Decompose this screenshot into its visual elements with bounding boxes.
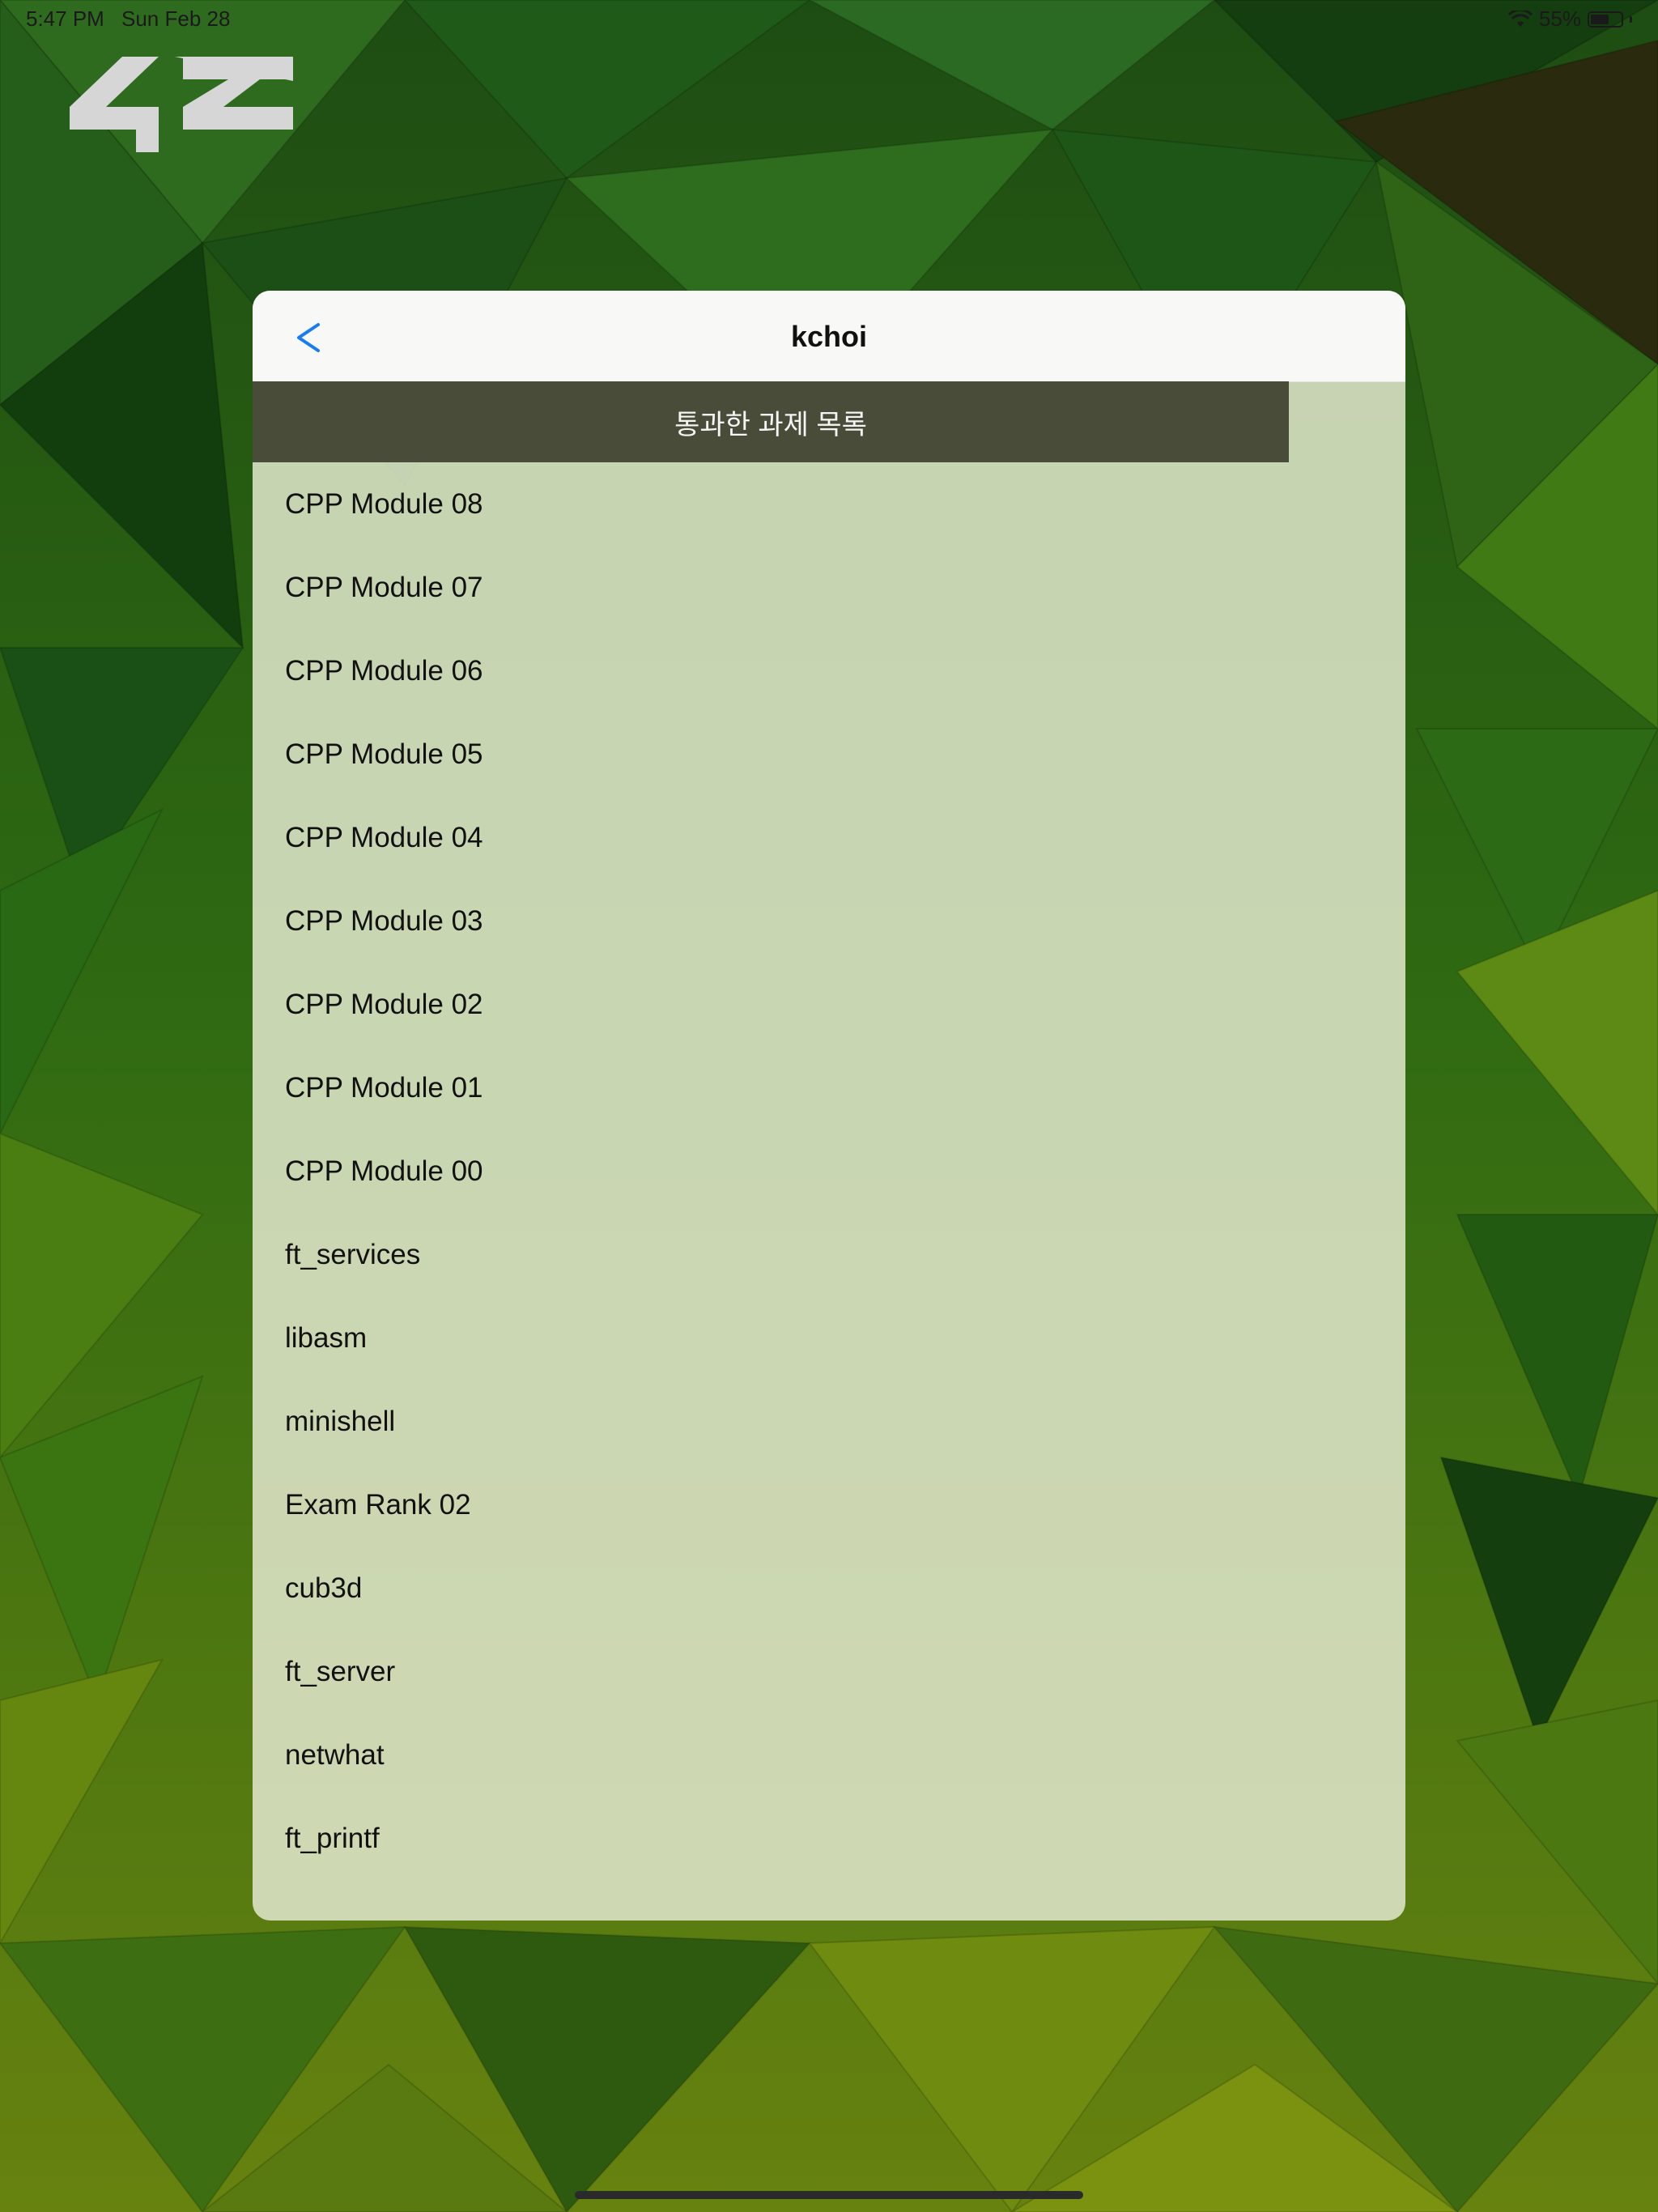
list-item[interactable]: CPP Module 00 <box>253 1129 1405 1213</box>
list-item[interactable]: ft_server <box>253 1630 1405 1713</box>
list-item-label: libasm <box>285 1321 368 1354</box>
list-item-label: CPP Module 05 <box>285 738 483 770</box>
battery-level <box>1591 14 1609 24</box>
list-item-label: ft_services <box>285 1238 421 1270</box>
list-item[interactable]: CPP Module 05 <box>253 713 1405 796</box>
list-item-label: CPP Module 03 <box>285 904 483 937</box>
list-item-label: CPP Module 00 <box>285 1155 483 1187</box>
list-item-label: netwhat <box>285 1738 385 1771</box>
list-item[interactable]: ft_printf <box>253 1797 1405 1880</box>
list-item[interactable]: libasm <box>253 1296 1405 1380</box>
list-item-label: ft_server <box>285 1655 396 1687</box>
list-item-label: CPP Module 02 <box>285 988 483 1020</box>
list-item-label: Exam Rank 02 <box>285 1488 471 1521</box>
list-item[interactable]: minishell <box>253 1380 1405 1463</box>
list-item[interactable]: ft_services <box>253 1213 1405 1296</box>
list-item-label: CPP Module 06 <box>285 654 483 687</box>
page-title: kchoi <box>790 320 868 353</box>
list-item-label: minishell <box>285 1405 396 1437</box>
list-item-label: cub3d <box>285 1572 363 1604</box>
list-item[interactable]: CPP Module 08 <box>253 462 1405 546</box>
wifi-icon <box>1507 10 1533 27</box>
list-item[interactable]: CPP Module 02 <box>253 963 1405 1046</box>
list-item[interactable]: CPP Module 01 <box>253 1046 1405 1129</box>
list-item[interactable]: CPP Module 03 <box>253 879 1405 963</box>
nav-header: kchoi <box>253 291 1405 382</box>
list-item[interactable]: CPP Module 04 <box>253 796 1405 879</box>
status-bar: 5:47 PM Sun Feb 28 55% <box>0 0 1658 39</box>
status-time: 5:47 PM <box>26 6 104 31</box>
list-item[interactable]: Exam Rank 02 <box>253 1463 1405 1546</box>
battery-tip <box>1630 15 1632 23</box>
projects-card: kchoi 통과한 과제 목록 CPP Module 08 CPP Module… <box>253 291 1405 1921</box>
list-item[interactable]: CPP Module 06 <box>253 629 1405 713</box>
projects-list[interactable]: CPP Module 08 CPP Module 07 CPP Module 0… <box>253 462 1405 1880</box>
list-item-label: ft_printf <box>285 1822 380 1854</box>
42-logo <box>70 57 293 152</box>
battery-percent: 55% <box>1538 6 1581 31</box>
list-item-label: CPP Module 01 <box>285 1071 483 1104</box>
section-title: 통과한 과제 목록 <box>674 409 867 440</box>
battery-icon <box>1588 11 1623 28</box>
list-item[interactable]: cub3d <box>253 1546 1405 1630</box>
section-header: 통과한 과제 목록 <box>253 381 1289 462</box>
status-indicators: 55% <box>1507 6 1632 32</box>
status-date: Sun Feb 28 <box>121 6 231 31</box>
list-item[interactable]: CPP Module 07 <box>253 546 1405 629</box>
list-item-label: CPP Module 04 <box>285 821 483 853</box>
list-item[interactable]: netwhat <box>253 1713 1405 1797</box>
list-item-label: CPP Module 07 <box>285 571 483 603</box>
list-item-label: CPP Module 08 <box>285 487 483 520</box>
home-indicator[interactable] <box>575 2191 1083 2199</box>
